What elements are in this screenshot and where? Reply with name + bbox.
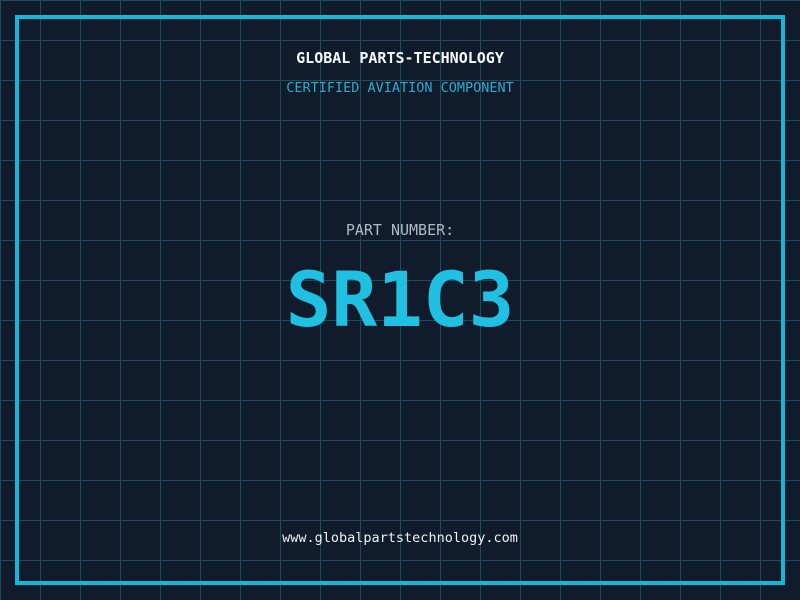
part-number-label: PART NUMBER: <box>0 221 800 239</box>
blueprint-page: GLOBAL PARTS-TECHNOLOGY CERTIFIED AVIATI… <box>0 0 800 600</box>
website-url: www.globalpartstechnology.com <box>0 530 800 546</box>
part-number-value: SR1C3 <box>0 262 800 338</box>
certification-tagline: CERTIFIED AVIATION COMPONENT <box>0 80 800 96</box>
company-name: GLOBAL PARTS-TECHNOLOGY <box>0 49 800 67</box>
